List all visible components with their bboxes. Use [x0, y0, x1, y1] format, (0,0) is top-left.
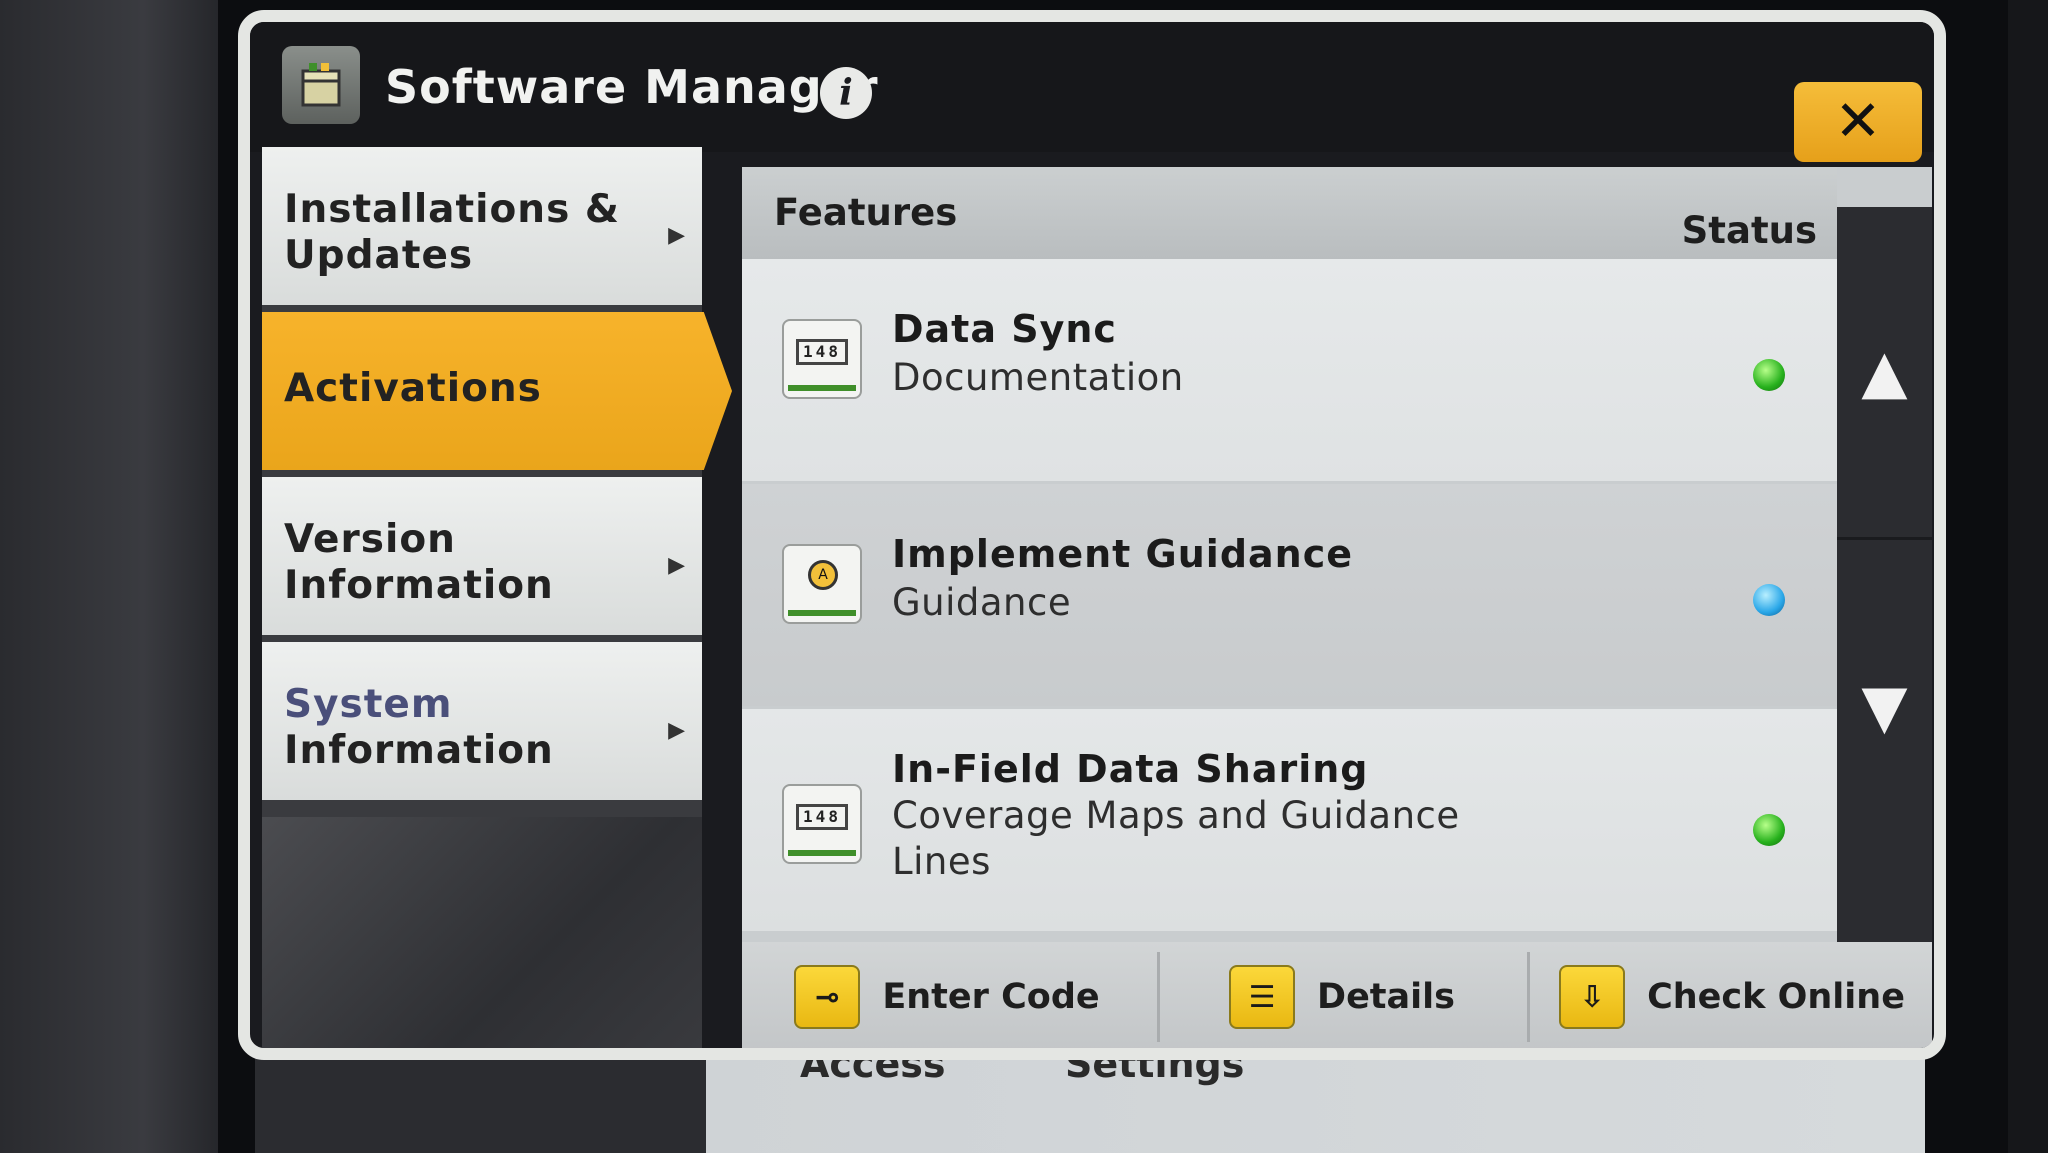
action-bar: ⊸ Enter Code ☰ Details ⇩ Check Online — [742, 942, 1932, 1048]
sidebar-item-label: Version — [284, 517, 456, 562]
sidebar-item-label: Activations — [284, 366, 542, 411]
feature-name: Implement Guidance — [892, 532, 1354, 576]
feature-row-implement-guidance[interactable]: A Implement Guidance Guidance — [742, 484, 1837, 706]
sidebar-item-label: Information — [284, 728, 554, 773]
software-package-icon — [282, 46, 360, 124]
details-button[interactable]: ☰ Details — [1162, 942, 1522, 1048]
check-online-button[interactable]: ⇩ Check Online — [1532, 942, 1932, 1048]
status-indicator-blue — [1753, 584, 1785, 616]
feature-row-data-sync[interactable]: 148 Data Sync Documentation — [742, 259, 1837, 481]
arrow-up-icon: ▲ — [1861, 337, 1908, 407]
chevron-right-icon: ▶ — [668, 553, 686, 578]
counter-icon: 148 — [782, 319, 862, 399]
sidebar-item-installations-updates[interactable]: Installations & Updates ▶ — [262, 147, 702, 305]
arrow-down-icon: ▼ — [1861, 672, 1908, 742]
sidebar-item-activations[interactable]: Activations — [262, 312, 732, 470]
features-table-header: Features Status — [742, 167, 1837, 259]
sidebar-nav: Installations & Updates ▶ Activations Ve… — [262, 147, 732, 1048]
close-button[interactable]: ✕ — [1794, 82, 1922, 162]
scroll-up-button[interactable]: ▲ — [1837, 207, 1932, 540]
counter-icon: 148 — [782, 784, 862, 864]
feature-category: Documentation — [892, 356, 1184, 399]
cloud-download-icon: ⇩ — [1559, 965, 1626, 1029]
enter-code-label: Enter Code — [882, 977, 1100, 1017]
feature-row-in-field-data-sharing[interactable]: 148 In-Field Data Sharing Coverage Maps … — [742, 709, 1837, 931]
guidance-icon: A — [782, 544, 862, 624]
feature-category: Coverage Maps and Guidance Lines — [892, 794, 1460, 883]
sidebar-item-label: Information — [284, 563, 554, 608]
chevron-right-icon: ▶ — [668, 223, 686, 248]
sidebar-item-system-information[interactable]: System Information ▶ — [262, 642, 702, 800]
status-indicator-green — [1753, 814, 1785, 846]
divider — [1527, 952, 1530, 1042]
enter-code-button[interactable]: ⊸ Enter Code — [742, 942, 1152, 1048]
column-header-features: Features — [774, 191, 958, 234]
feature-category: Guidance — [892, 581, 1072, 624]
sidebar-item-label: System — [284, 682, 453, 727]
details-label: Details — [1317, 977, 1455, 1017]
sidebar-item-version-information[interactable]: Version Information ▶ — [262, 477, 702, 635]
software-manager-window: Software Manager i ✕ Installations & Upd… — [238, 10, 1946, 1060]
window-title: Software Manager — [385, 60, 879, 114]
info-icon[interactable]: i — [820, 67, 872, 119]
features-panel: Features Status 148 Data Sync Documentat… — [742, 167, 1932, 1048]
title-bar: Software Manager i ✕ — [250, 22, 1934, 162]
sidebar-item-label: Installations & — [284, 187, 620, 232]
check-online-label: Check Online — [1647, 977, 1905, 1017]
feature-name: In-Field Data Sharing — [892, 747, 1369, 791]
divider — [1157, 952, 1160, 1042]
key-icon: ⊸ — [794, 965, 861, 1029]
status-indicator-green — [1753, 359, 1785, 391]
document-icon: ☰ — [1229, 965, 1296, 1029]
column-header-status: Status — [1681, 209, 1817, 252]
scrollbar[interactable]: ▲ ▼ — [1837, 207, 1932, 947]
close-icon: ✕ — [1834, 89, 1882, 154]
chevron-right-icon: ▶ — [668, 718, 686, 743]
features-list: 148 Data Sync Documentation A Implement … — [742, 259, 1837, 939]
scroll-down-button[interactable]: ▼ — [1837, 542, 1932, 872]
sidebar-empty-area — [262, 817, 702, 1048]
sidebar-item-label: Updates — [284, 233, 474, 278]
feature-name: Data Sync — [892, 307, 1117, 351]
